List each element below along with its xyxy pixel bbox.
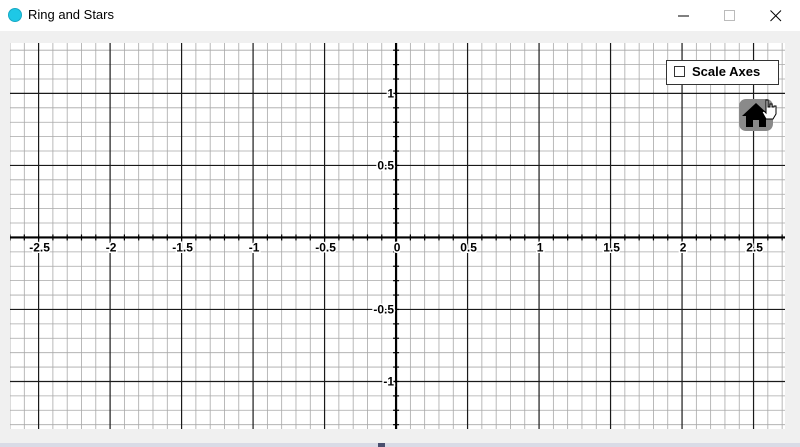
- minimize-icon: [678, 15, 689, 17]
- scale-axes-label: Scale Axes: [692, 64, 761, 79]
- ring-app-icon: [8, 8, 22, 22]
- y-tick-label: 1: [387, 86, 394, 100]
- title-bar: Ring and Stars: [0, 0, 800, 31]
- x-tick-label: 0.5: [460, 240, 477, 254]
- minimize-button[interactable]: [660, 0, 706, 31]
- hand-pointer-icon: [761, 99, 777, 120]
- x-tick-label: 1: [537, 240, 544, 254]
- x-tick-label: -1.5: [172, 240, 193, 254]
- window-title: Ring and Stars: [28, 7, 114, 22]
- x-tick-label: 0: [394, 240, 401, 254]
- x-tick-label: -2.5: [29, 240, 50, 254]
- y-tick-label: 0.5: [377, 158, 394, 172]
- coordinate-grid-plot[interactable]: -2.5 -2 -1.5 -1 -0.5 0 0.5 1 1.5 2 2.5 1 0.5 -0.5 -1: [10, 43, 785, 429]
- close-button[interactable]: [752, 0, 798, 31]
- close-icon: [770, 10, 782, 22]
- scale-axes-checkbox[interactable]: Scale Axes: [666, 60, 779, 85]
- x-tick-label: 1.5: [603, 240, 620, 254]
- y-tick-label: -1: [383, 374, 394, 388]
- taskbar-edge: [0, 443, 800, 447]
- x-tick-label: -0.5: [315, 240, 336, 254]
- maximize-icon: [724, 10, 735, 21]
- taskbar-edge-mark: [378, 443, 385, 447]
- x-tick-label: -2: [106, 240, 117, 254]
- maximize-button[interactable]: [706, 0, 752, 31]
- x-tick-label: 2.5: [746, 240, 763, 254]
- checkbox-square[interactable]: [674, 66, 685, 77]
- y-tick-label: -0.5: [373, 302, 394, 316]
- x-tick-label: -1: [249, 240, 260, 254]
- x-tick-label: 2: [680, 240, 687, 254]
